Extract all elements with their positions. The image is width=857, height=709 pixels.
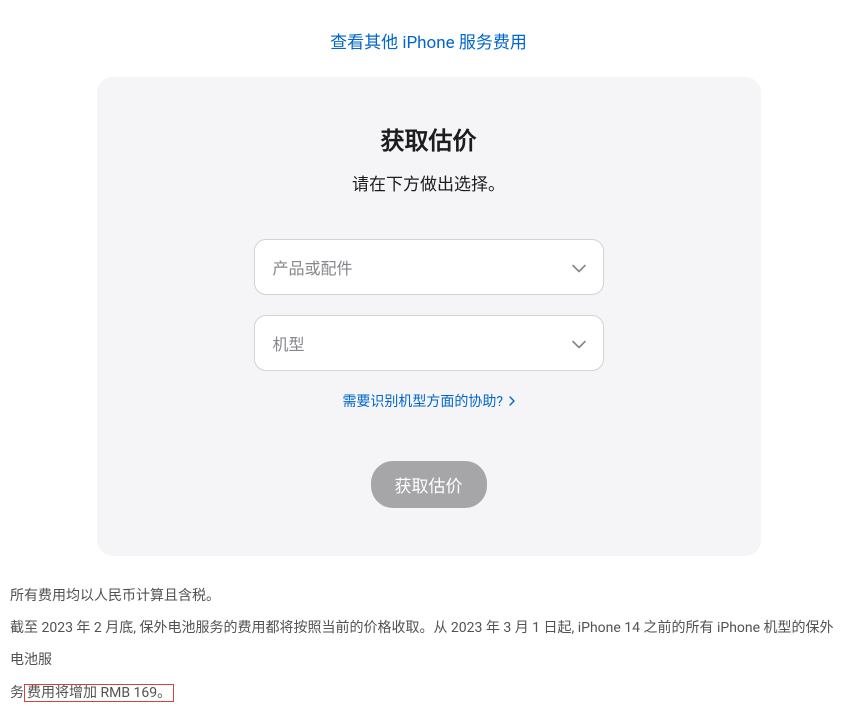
footer-notes: 所有费用均以人民币计算且含税。 截至 2023 年 2 月底, 保外电池服务的费… [0, 580, 857, 709]
chevron-right-icon [509, 394, 515, 410]
price-increase-highlight: 费用将增加 RMB 169。 [24, 684, 174, 702]
model-select[interactable]: 机型 [254, 315, 604, 371]
note2-part1: 截至 2023 年 2 月底, 保外电池服务的费用都将按照当前的价格收取。从 2… [10, 620, 834, 668]
other-services-link[interactable]: 查看其他 iPhone 服务费用 [330, 33, 527, 53]
product-select-placeholder: 产品或配件 [273, 255, 353, 279]
identify-model-help-link[interactable]: 需要识别机型方面的协助? [342, 394, 514, 410]
model-select-placeholder: 机型 [273, 331, 305, 355]
footer-note-price-change: 截至 2023 年 2 月底, 保外电池服务的费用都将按照当前的价格收取。从 2… [10, 612, 847, 709]
footer-note-currency: 所有费用均以人民币计算且含税。 [10, 580, 847, 612]
help-link-container: 需要识别机型方面的协助? [137, 391, 721, 411]
estimate-card: 获取估价 请在下方做出选择。 产品或配件 机型 需要识别机型方面的协助? [97, 77, 761, 556]
card-subtitle: 请在下方做出选择。 [137, 170, 721, 195]
note2-part2: 务 [10, 685, 24, 701]
top-link-container: 查看其他 iPhone 服务费用 [0, 0, 857, 73]
card-title: 获取估价 [137, 121, 721, 156]
model-select-wrapper: 机型 [254, 315, 604, 371]
get-estimate-button[interactable]: 获取估价 [371, 461, 487, 508]
product-select[interactable]: 产品或配件 [254, 239, 604, 295]
product-select-wrapper: 产品或配件 [254, 239, 604, 295]
help-link-text: 需要识别机型方面的协助? [342, 394, 503, 410]
